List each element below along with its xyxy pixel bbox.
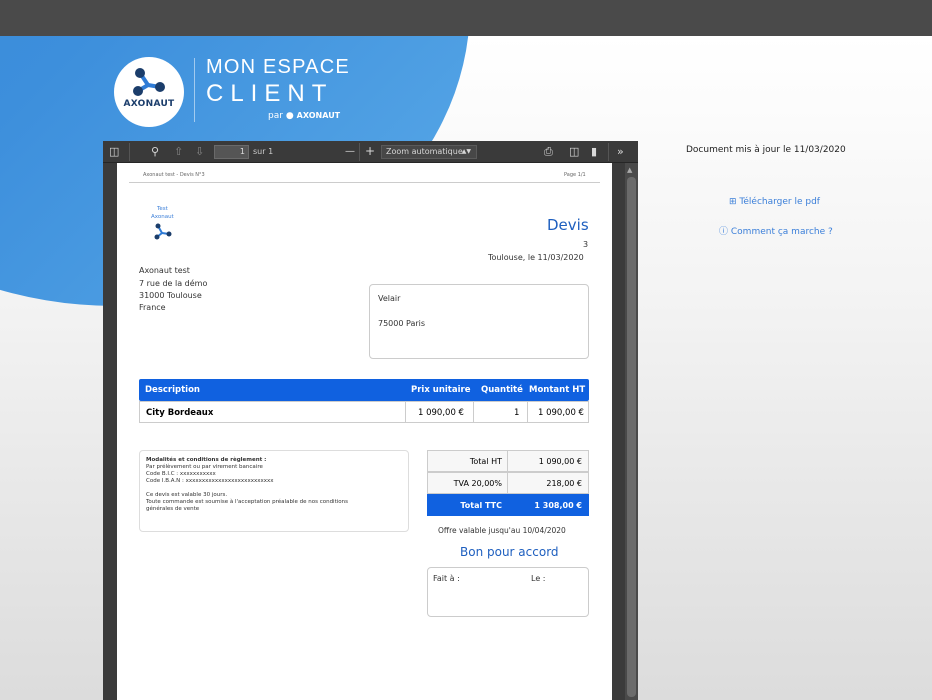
page-count-label: sur 1 <box>253 147 274 156</box>
col-description: Description <box>145 385 200 395</box>
cell-divider <box>507 451 508 472</box>
zoom-select[interactable]: Zoom automatique ▲▼ <box>381 145 477 159</box>
cell-divider <box>405 402 406 422</box>
chevron-down-icon: ▲▼ <box>461 148 471 155</box>
toolbar-separator <box>129 143 130 161</box>
pdf-viewer: ◫ ⚲ ⇧ ⇩ 1 sur 1 — + Zoom automatique ▲▼ … <box>103 141 638 700</box>
row-amount: 1 090,00 € <box>538 408 584 418</box>
conditions-validity: Ce devis est valable 30 jours. <box>146 492 228 498</box>
bookmark-icon[interactable]: ▮ <box>591 145 597 159</box>
company-logo-line2: Axonaut <box>151 214 174 220</box>
document-title: Devis <box>547 216 589 234</box>
toolbar-separator <box>359 143 360 161</box>
logo-label: AXONAUT <box>123 99 175 109</box>
download-icon: ⊞ <box>729 197 737 207</box>
total-ht-value: 1 090,00 € <box>538 457 582 466</box>
download-pdf-link[interactable]: ⊞ Télécharger le pdf <box>729 197 820 207</box>
previous-page-icon[interactable]: ⇧ <box>174 145 183 159</box>
sender-name: Axonaut test <box>139 266 190 275</box>
tva-value: 218,00 € <box>546 479 582 488</box>
sidebar-toggle-icon[interactable]: ◫ <box>109 145 119 159</box>
zoom-out-button[interactable]: — <box>345 145 355 159</box>
par-label: par <box>268 111 283 121</box>
col-amount: Montant HT <box>529 385 586 395</box>
accord-title: Bon pour accord <box>460 545 559 559</box>
recipient-box: Velair 75000 Paris <box>369 284 589 359</box>
col-unit-price: Prix unitaire <box>411 385 471 395</box>
scroll-up-icon[interactable]: ▲ <box>627 166 632 174</box>
recipient-city: 75000 Paris <box>378 319 426 328</box>
axonaut-network-icon <box>133 68 165 96</box>
tools-expand-icon[interactable]: » <box>617 145 624 159</box>
conditions-cgv-cont: générales de vente <box>146 506 200 512</box>
header-rule <box>129 182 600 183</box>
conditions-line: Par prélèvement ou par virement bancaire <box>146 464 263 470</box>
scroll-thumb[interactable] <box>627 177 636 697</box>
how-it-works-link[interactable]: ⓘ Comment ça marche ? <box>719 224 833 237</box>
zoom-in-button[interactable]: + <box>365 144 375 158</box>
document-place-date: Toulouse, le 11/03/2020 <box>488 253 584 262</box>
col-quantity: Quantité <box>481 385 523 395</box>
payment-conditions: Modalités et conditions de règlement : P… <box>139 450 409 532</box>
brand-divider <box>194 58 195 122</box>
sender-street: 7 rue de la démo <box>139 279 208 288</box>
brand-par: par ● AXONAUT <box>268 111 340 121</box>
zoom-select-value: Zoom automatique <box>386 147 463 156</box>
table-row: City Bordeaux 1 090,00 € 1 1 090,00 € <box>139 401 589 423</box>
items-table-header: Description Prix unitaire Quantité Monta… <box>139 379 589 401</box>
signature-box: Fait à : Le : <box>427 567 589 617</box>
row-description: City Bordeaux <box>146 408 214 418</box>
totals-box: Total HT 1 090,00 € TVA 20,00% 218,00 € … <box>427 450 589 516</box>
row-quantity: 1 <box>514 408 520 418</box>
offer-validity: Offre valable jusqu'au 10/04/2020 <box>438 526 566 535</box>
page-header-left: Axonaut test - Devis N°3 <box>143 172 205 178</box>
pdf-page: Axonaut test - Devis N°3 Page 1/1 Test A… <box>117 163 612 700</box>
total-ht-row: Total HT 1 090,00 € <box>427 450 589 472</box>
total-ttc-row: Total TTC 1 308,00 € <box>427 494 589 516</box>
fait-a-label: Fait à : <box>433 574 460 583</box>
total-ttc-value: 1 308,00 € <box>534 501 582 510</box>
next-page-icon[interactable]: ⇩ <box>195 145 204 159</box>
brand-title-line2: CLIENT <box>206 80 334 107</box>
conditions-cgv: Toute commande est soumise à l'acceptati… <box>146 499 348 505</box>
total-ht-label: Total HT <box>469 457 502 466</box>
conditions-title: Modalités et conditions de règlement : <box>146 457 267 463</box>
tva-row: TVA 20,00% 218,00 € <box>427 472 589 494</box>
print-icon[interactable]: ⎙ <box>544 145 553 159</box>
download-icon[interactable]: ◫ <box>569 145 579 159</box>
conditions-iban: Code I.B.A.N : xxxxxxxxxxxxxxxxxxxxxxxxx… <box>146 478 274 484</box>
par-brand: AXONAUT <box>296 111 341 120</box>
search-icon[interactable]: ⚲ <box>151 145 159 159</box>
document-updated-label: Document mis à jour le 11/03/2020 <box>686 145 846 155</box>
pdf-toolbar: ◫ ⚲ ⇧ ⇩ 1 sur 1 — + Zoom automatique ▲▼ … <box>103 141 638 163</box>
company-logo-line1: Test <box>157 206 168 212</box>
company-logo-icon <box>154 223 172 240</box>
pdf-scrollbar[interactable]: ▲ <box>625 163 638 700</box>
download-pdf-label: Télécharger le pdf <box>739 197 820 207</box>
browser-top-bar <box>0 0 932 36</box>
page-number-input[interactable]: 1 <box>214 145 249 159</box>
row-unit-price: 1 090,00 € <box>418 408 464 418</box>
par-logo-icon: ● <box>285 111 294 121</box>
axonaut-logo[interactable]: AXONAUT <box>114 57 184 127</box>
cell-divider <box>507 473 508 494</box>
brand-title-line1: MON ESPACE <box>206 56 350 78</box>
info-icon: ⓘ <box>719 227 729 237</box>
recipient-name: Velair <box>378 294 401 303</box>
toolbar-separator <box>608 143 609 161</box>
sender-country: France <box>139 303 166 312</box>
total-ttc-label: Total TTC <box>460 501 502 510</box>
document-number: 3 <box>583 240 589 249</box>
cell-divider <box>473 402 474 422</box>
sender-city: 31000 Toulouse <box>139 291 202 300</box>
conditions-bic: Code B.I.C : xxxxxxxxxxx <box>146 471 216 477</box>
tva-label: TVA 20,00% <box>453 479 502 488</box>
page-header-right: Page 1/1 <box>564 172 586 178</box>
how-it-works-label: Comment ça marche ? <box>730 227 833 237</box>
cell-divider <box>527 402 528 422</box>
le-label: Le : <box>531 574 546 583</box>
